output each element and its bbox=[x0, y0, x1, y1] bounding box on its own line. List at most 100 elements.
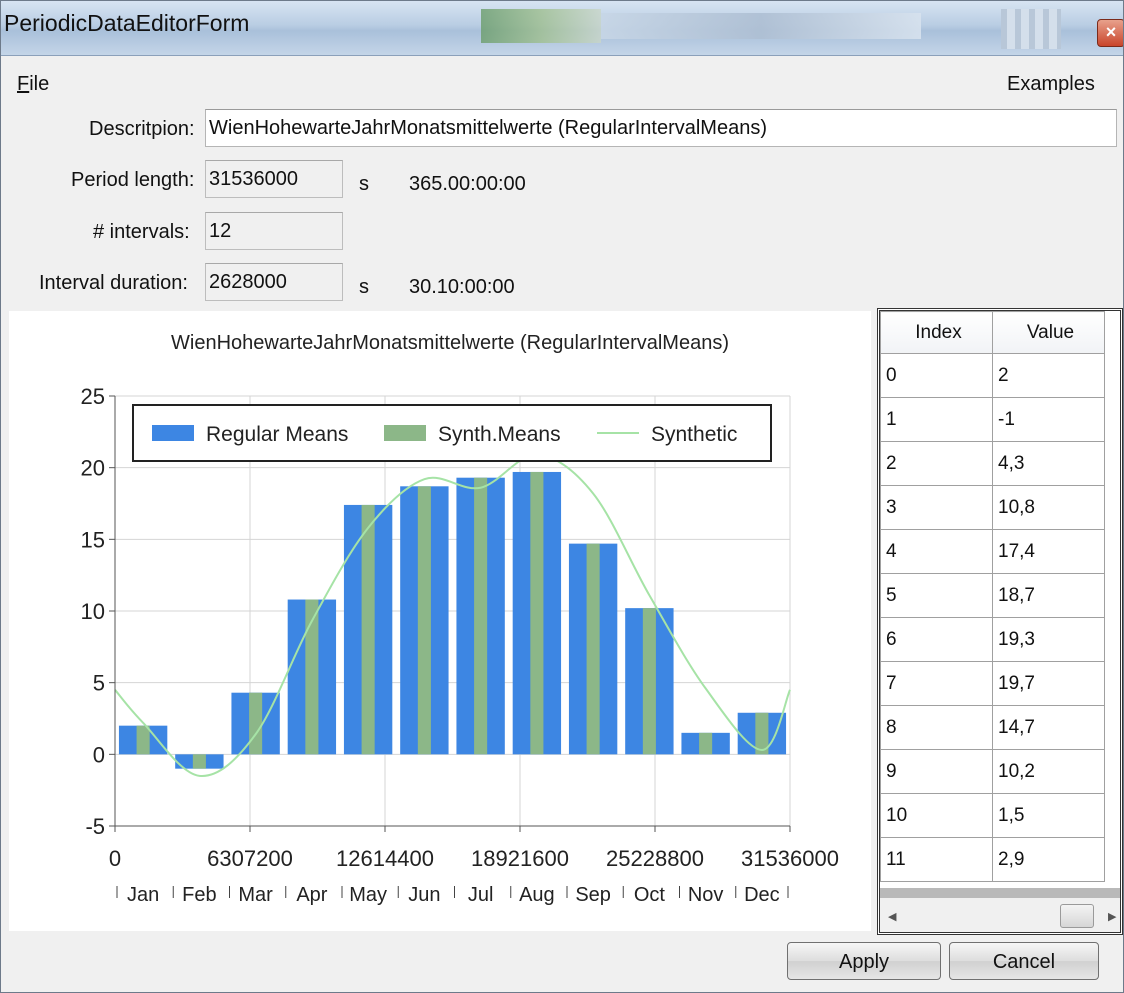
grid-cell-index[interactable]: 3 bbox=[880, 485, 993, 530]
month-label: Apr bbox=[296, 884, 327, 906]
month-label: Jul bbox=[468, 884, 494, 906]
table-row[interactable]: 10 1,5 bbox=[880, 793, 1105, 838]
bar-synth-means bbox=[699, 732, 713, 755]
table-row[interactable]: 5 18,7 bbox=[880, 573, 1105, 618]
legend-swatch-regular-means bbox=[152, 425, 194, 441]
table-row[interactable]: 02 bbox=[880, 353, 1105, 398]
grid-cell-value[interactable]: 17,4 bbox=[992, 529, 1105, 574]
interval-duration-readable: 30.10:00:00 bbox=[409, 276, 515, 298]
scroll-right-icon[interactable]: ▶ bbox=[1108, 910, 1116, 923]
table-row[interactable]: 7 19,7 bbox=[880, 661, 1105, 706]
grid-cell-value[interactable]: 10,2 bbox=[992, 749, 1105, 794]
chart-panel: WienHohewarteJahrMonatsmittelwerte (Regu… bbox=[9, 311, 871, 931]
grid-cell-index[interactable]: 8 bbox=[880, 705, 993, 750]
period-length-readable: 365.00:00:00 bbox=[409, 173, 526, 195]
grid-cell-index[interactable]: 5 bbox=[880, 573, 993, 618]
period-length-unit: s bbox=[359, 173, 369, 195]
legend-label-synthetic: Synthetic bbox=[651, 423, 737, 446]
title-bar-background-glow bbox=[1001, 9, 1061, 49]
grid-cell-value[interactable]: 4,3 bbox=[992, 441, 1105, 486]
grid-cell-index[interactable]: 7 bbox=[880, 661, 993, 706]
chart-title: WienHohewarteJahrMonatsmittelwerte (Regu… bbox=[171, 332, 729, 354]
table-row[interactable]: 8 14,7 bbox=[880, 705, 1105, 750]
close-icon: × bbox=[1105, 22, 1117, 42]
grid-cell-index[interactable]: 10 bbox=[880, 793, 993, 838]
chart-bars bbox=[118, 471, 787, 769]
legend-swatch-synth-means bbox=[384, 425, 426, 441]
grid-cell-index[interactable]: 2 bbox=[880, 441, 993, 486]
grid-header-value[interactable]: Value bbox=[992, 311, 1105, 354]
menu-examples[interactable]: Examples bbox=[1007, 73, 1095, 96]
x-tick-label: 31536000 bbox=[741, 846, 839, 871]
cancel-button[interactable]: Cancel bbox=[949, 942, 1099, 980]
bar-synth-means bbox=[530, 471, 544, 755]
intervals-label: # intervals: bbox=[93, 221, 190, 243]
y-tick-label: -5 bbox=[85, 814, 105, 839]
chart-month-labels: Jan Feb Mar Apr May Jun Jul Aug Sep Oct Nov Dec bbox=[116, 884, 789, 906]
table-row[interactable]: 2 4,3 bbox=[880, 441, 1105, 486]
month-label: Jan bbox=[127, 884, 159, 906]
table-row[interactable]: 9 10,2 bbox=[880, 749, 1105, 794]
y-tick-label: 0 bbox=[93, 742, 105, 767]
data-grid[interactable]: Index Value 0 2 1 -1 2 4,3 3 10,8 4 17,4 5 18,7 6 19,… bbox=[877, 308, 1123, 935]
horizontal-scrollbar[interactable]: ◀ ▶ bbox=[880, 888, 1120, 932]
period-length-label: Period length: bbox=[71, 169, 195, 191]
grid-cell-index[interactable]: 11 bbox=[880, 837, 993, 882]
grid-cell-value[interactable]: 19,7 bbox=[992, 661, 1105, 706]
y-tick-label: 25 bbox=[81, 384, 105, 409]
synthetic-line bbox=[114, 453, 791, 777]
month-label: Aug bbox=[519, 884, 555, 906]
intervals-field[interactable]: 12 bbox=[205, 212, 343, 250]
grid-cell-index[interactable]: 0 bbox=[880, 353, 993, 398]
menu-file-label: ile bbox=[29, 73, 50, 95]
table-row[interactable]: 4 17,4 bbox=[880, 529, 1105, 574]
x-tick-label: 6307200 bbox=[207, 846, 293, 871]
grid-cell-value[interactable]: 2 bbox=[992, 353, 1105, 398]
window-title: PeriodicDataEditorForm bbox=[4, 10, 250, 36]
scroll-thumb[interactable] bbox=[1060, 904, 1094, 928]
month-label: Jun bbox=[408, 884, 440, 906]
bar-synth-means bbox=[249, 692, 263, 755]
month-label: Sep bbox=[575, 884, 611, 906]
grid-cell-value[interactable]: 10,8 bbox=[992, 485, 1105, 530]
grid-cell-index[interactable]: 4 bbox=[880, 529, 993, 574]
x-tick-label: 0 bbox=[109, 846, 121, 871]
period-length-field[interactable]: 31536000 bbox=[205, 160, 343, 198]
close-button[interactable]: × bbox=[1097, 19, 1123, 47]
bar-synth-means bbox=[361, 504, 375, 755]
grid-cell-value[interactable]: 18,7 bbox=[992, 573, 1105, 618]
grid-header-index[interactable]: Index bbox=[880, 311, 993, 354]
grid-cell-value[interactable]: 19,3 bbox=[992, 617, 1105, 662]
table-row[interactable]: 11 2,9 bbox=[880, 837, 1105, 882]
month-label: Dec bbox=[744, 884, 780, 906]
periodic-data-editor-window: PeriodicDataEditorForm × File Examples D… bbox=[0, 0, 1124, 993]
apply-button[interactable]: Apply bbox=[787, 942, 941, 980]
bar-synth-means bbox=[192, 754, 206, 769]
title-bar-background-glow bbox=[601, 13, 921, 39]
grid-cell-value[interactable]: 14,7 bbox=[992, 705, 1105, 750]
scroll-left-icon[interactable]: ◀ bbox=[888, 910, 896, 923]
grid-cell-value[interactable]: -1 bbox=[992, 397, 1105, 442]
interval-duration-label: Interval duration: bbox=[39, 272, 188, 294]
month-label: Oct bbox=[634, 884, 666, 906]
title-bar: PeriodicDataEditorForm × bbox=[1, 1, 1123, 56]
month-label: Feb bbox=[182, 884, 216, 906]
grid-cell-value[interactable]: 2,9 bbox=[992, 837, 1105, 882]
grid-cell-value[interactable]: 1,5 bbox=[992, 793, 1105, 838]
grid-cell-index[interactable]: 1 bbox=[880, 397, 993, 442]
chart: WienHohewarteJahrMonatsmittelwerte (Regu… bbox=[81, 332, 839, 906]
description-input[interactable]: WienHohewarteJahrMonatsmittelwerte (Regu… bbox=[205, 109, 1117, 147]
grid-cell-index[interactable]: 9 bbox=[880, 749, 993, 794]
table-row[interactable]: 3 10,8 bbox=[880, 485, 1105, 530]
table-row[interactable]: 6 19,3 bbox=[880, 617, 1105, 662]
bar-synth-means bbox=[642, 608, 656, 755]
table-row[interactable]: 1 -1 bbox=[880, 397, 1105, 442]
interval-duration-unit: s bbox=[359, 276, 369, 298]
menu-file[interactable]: File bbox=[17, 73, 49, 96]
interval-duration-field[interactable]: 2628000 bbox=[205, 263, 343, 301]
bar-synth-means bbox=[136, 725, 150, 755]
bar-synth-means bbox=[474, 477, 488, 755]
grid-cell-index[interactable]: 6 bbox=[880, 617, 993, 662]
legend-label-regular-means: Regular Means bbox=[206, 423, 348, 446]
y-tick-label: 5 bbox=[93, 671, 105, 696]
